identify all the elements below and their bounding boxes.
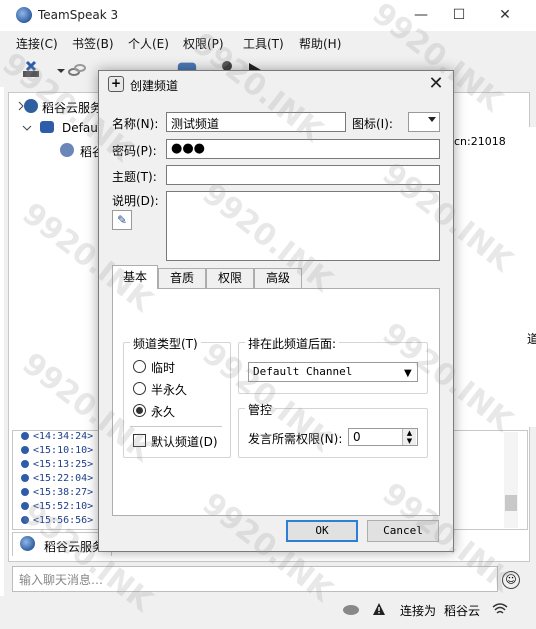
ok-button[interactable]: OK [286, 520, 358, 542]
edit-pencil-icon[interactable]: ✎ [112, 210, 132, 230]
sort-after-title: 排在此频道后面: [245, 335, 340, 352]
log-time: <15:52:10> [33, 501, 94, 512]
status-server-name: 稻谷云 [444, 604, 481, 618]
channel-type-title: 频道类型(T) [130, 335, 201, 352]
log-row: <15:56:56> [21, 515, 93, 526]
close-window-button[interactable]: ✕ [482, 0, 528, 31]
chevron-down-icon [428, 117, 436, 122]
log-scrollbar-thumb[interactable] [505, 495, 517, 511]
info-panel [448, 127, 536, 427]
icon-label: 图标(I): [352, 117, 393, 131]
log-time: <15:38:27> [33, 487, 94, 498]
user-icon [60, 143, 74, 157]
teamspeak-logo-icon [16, 7, 32, 23]
moderation-title: 管控 [245, 401, 276, 418]
tab-audio[interactable]: 音质 [158, 268, 206, 289]
log-row: <14:34:24> [21, 431, 93, 442]
server-icon [24, 99, 38, 113]
sort-after-select[interactable]: Default Channel [248, 362, 418, 382]
name-input[interactable]: 测试频道 [166, 112, 346, 132]
log-row: <15:22:04> [21, 473, 93, 484]
info-icon [21, 474, 29, 482]
add-channel-icon: + [108, 76, 124, 92]
log-row: <15:38:27> [21, 487, 93, 498]
dialog-close-button[interactable]: ✕ [424, 72, 448, 96]
default-channel-checkbox[interactable] [133, 434, 146, 447]
password-label: 密码(P): [112, 144, 157, 158]
status-connected-label: 连接为 [400, 604, 437, 618]
wifi-icon [492, 603, 508, 614]
log-row: <15:13:25> [21, 459, 93, 470]
menu-help[interactable]: 帮助(H) [299, 35, 341, 52]
log-time: <15:22:04> [33, 473, 94, 484]
menu-bookmarks[interactable]: 书签(B) [72, 35, 114, 52]
menu-connections[interactable]: 连接(C) [16, 35, 58, 52]
info-icon [21, 446, 29, 454]
maximize-button[interactable]: ☐ [436, 0, 482, 31]
spin-down-icon[interactable]: ▼ [402, 437, 416, 445]
radio-semi-permanent-label: 半永久 [151, 383, 188, 397]
divider [130, 426, 222, 427]
server-tab-icon [20, 536, 35, 551]
tab-permissions[interactable]: 权限 [206, 268, 254, 289]
tab-advanced[interactable]: 高级 [254, 268, 302, 289]
server-tab-label: 稻谷云服务 [44, 540, 105, 554]
menu-permissions[interactable]: 权限(P) [183, 35, 224, 52]
channel-icon [40, 121, 54, 133]
topic-input[interactable] [166, 165, 440, 185]
description-label: 说明(D): [112, 194, 159, 208]
tree-expand-icon[interactable] [22, 123, 32, 133]
info-host: cn:21018 [454, 135, 506, 148]
log-time: <15:10:10> [33, 445, 94, 456]
name-label: 名称(N): [112, 117, 159, 131]
info-icon [21, 460, 29, 468]
link-icon[interactable] [66, 59, 88, 81]
window-title: TeamSpeak 3 [38, 8, 119, 22]
spin-up-icon[interactable]: ▲ [402, 429, 416, 437]
talk-power-label: 发言所需权限(N): [248, 432, 343, 446]
info-icon [21, 516, 29, 524]
tree-server-label[interactable]: 稻谷云服务 [42, 99, 102, 116]
tab-basic[interactable]: 基本 [112, 265, 158, 289]
description-textarea[interactable] [166, 191, 440, 261]
info-icon [21, 502, 29, 510]
icon-select[interactable] [408, 112, 440, 132]
radio-semi-permanent[interactable] [133, 382, 146, 395]
dialog-title: 创建频道 [130, 79, 179, 93]
info-label-fragment: 道 [527, 332, 536, 346]
log-time: <15:13:25> [33, 459, 94, 470]
log-time: <15:56:56> [33, 515, 94, 526]
log-row: <15:52:10> [21, 501, 93, 512]
info-icon [21, 432, 29, 440]
window-left-edge [0, 0, 4, 629]
cancel-button[interactable]: Cancel [367, 520, 439, 542]
password-input[interactable]: ●●● [166, 139, 440, 159]
log-scrollbar[interactable] [504, 432, 518, 528]
menu-self[interactable]: 个人(E) [128, 35, 169, 52]
info-icon [21, 488, 29, 496]
menu-bar: 连接(C) 书签(B) 个人(E) 权限(P) 工具(T) 帮助(H) [0, 31, 536, 53]
topic-label: 主题(T): [112, 170, 157, 184]
radio-temporary[interactable] [133, 360, 146, 373]
radio-temporary-label: 临时 [151, 361, 176, 375]
log-time: <14:34:24> [33, 431, 94, 442]
log-row: <15:10:10> [21, 445, 93, 456]
radio-permanent-label: 永久 [151, 405, 176, 419]
menu-tools[interactable]: 工具(T) [243, 35, 284, 52]
chevron-down-icon: ▼ [404, 368, 412, 379]
chat-input[interactable]: 输入聊天消息… [12, 566, 498, 592]
cloud-icon [343, 605, 359, 615]
disconnect-icon[interactable] [20, 59, 42, 81]
default-channel-label: 默认频道(D) [151, 435, 218, 449]
warning-icon[interactable] [372, 602, 386, 616]
emoji-icon[interactable]: ☺ [502, 571, 520, 589]
radio-permanent[interactable] [133, 404, 146, 417]
